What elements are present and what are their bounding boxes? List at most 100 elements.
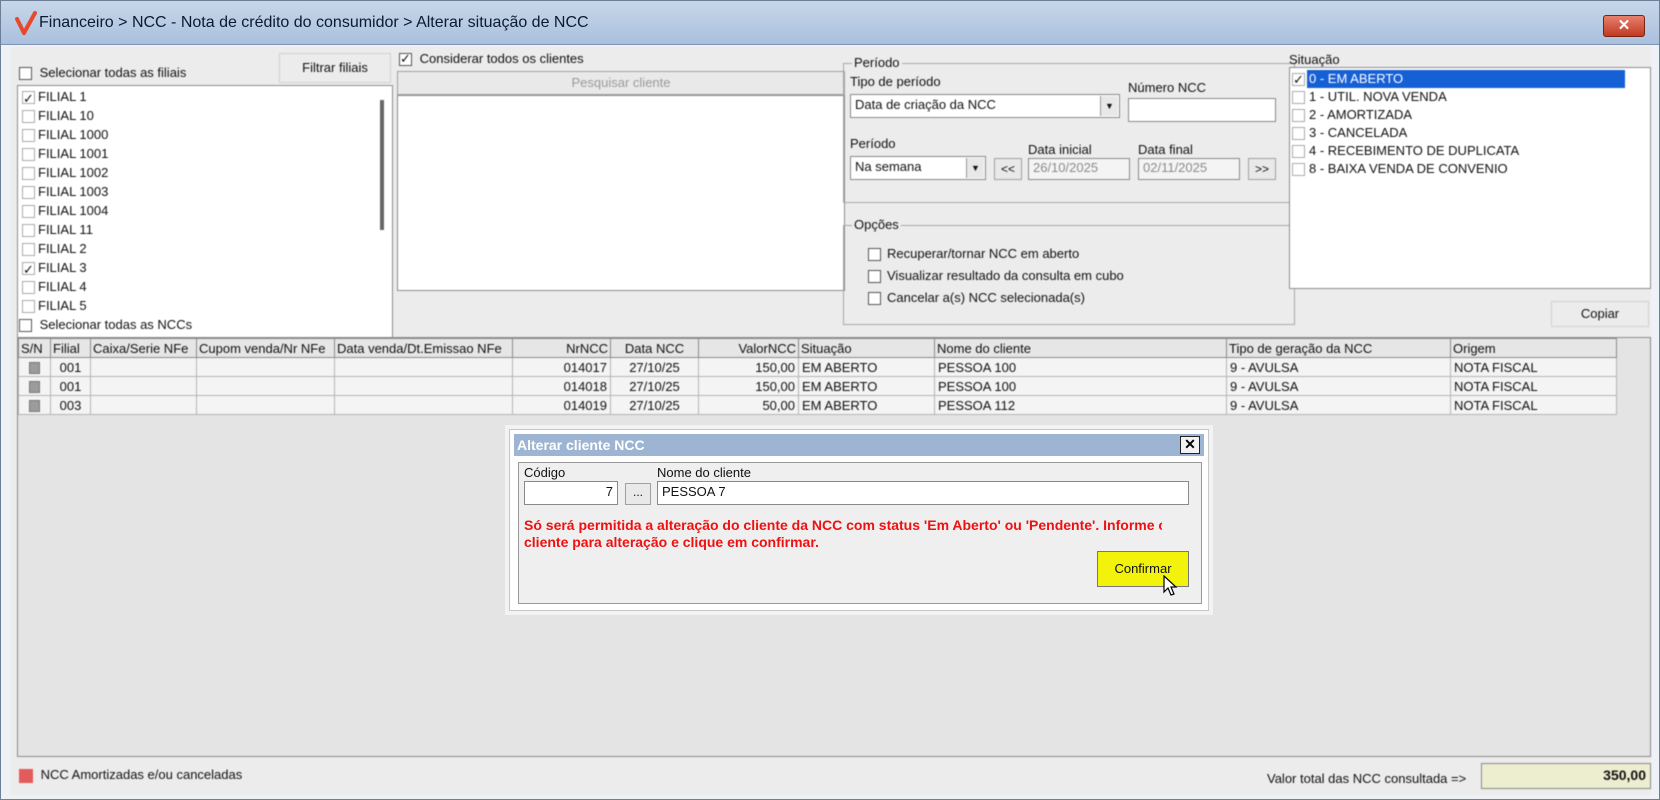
chevron-down-icon[interactable]: ▼: [1100, 96, 1118, 116]
filial-item[interactable]: FILIAL 3: [22, 258, 388, 279]
filial-item[interactable]: FILIAL 1004: [22, 201, 388, 220]
filiais-scrollbar-thumb[interactable]: [380, 100, 384, 230]
column-header[interactable]: NrNCC: [512, 338, 611, 358]
filial-item[interactable]: FILIAL 2: [22, 239, 388, 258]
option-checkbox[interactable]: [868, 248, 881, 262]
column-header[interactable]: Origem: [1450, 338, 1617, 358]
data-final-input[interactable]: 02/11/2025: [1138, 158, 1240, 180]
table-row[interactable]: 001 014017 27/10/25 150,00 EM ABERTO PESSOA 1…: [18, 357, 1617, 377]
option-item[interactable]: Visualizar resultado da consulta em cubo: [868, 268, 1124, 290]
column-header[interactable]: Caixa/Serie NFe: [90, 338, 197, 358]
periodo-select[interactable]: Na semana ▼: [850, 156, 986, 180]
column-header[interactable]: Data NCC: [610, 338, 699, 358]
dialog-title-bar: Alterar cliente NCC ✕: [514, 434, 1204, 456]
situacao-list[interactable]: 0 - EM ABERTO1 - UTIL. NOVA VENDA 2 - AMO…: [1289, 67, 1651, 289]
filial-checkbox[interactable]: [22, 110, 35, 124]
column-header[interactable]: Filial: [50, 338, 91, 358]
warning-line-2: cliente para alteração e clique em confi…: [524, 534, 819, 550]
situacao-item[interactable]: 2 - AMORTIZADA: [1292, 106, 1648, 124]
table-cell: [334, 395, 513, 415]
row-select-box[interactable]: [29, 400, 40, 413]
row-select-box[interactable]: [29, 362, 40, 375]
chevron-down-icon[interactable]: ▼: [966, 158, 984, 178]
situacao-checkbox[interactable]: [1292, 127, 1305, 141]
dialog-close-icon[interactable]: ✕: [1180, 436, 1200, 454]
select-all-filiais[interactable]: Selecionar todas as filiais: [19, 65, 186, 85]
tipo-periodo-select[interactable]: Data de criação da NCC ▼: [850, 94, 1120, 118]
filial-checkbox[interactable]: [22, 205, 35, 219]
filial-item[interactable]: FILIAL 1000: [22, 125, 388, 144]
filter-filiais-button[interactable]: Filtrar filiais: [279, 53, 391, 83]
filial-item[interactable]: FILIAL 4: [22, 277, 388, 296]
column-header[interactable]: Cupom venda/Nr NFe: [196, 338, 335, 358]
filial-checkbox[interactable]: [22, 260, 35, 279]
option-item[interactable]: Cancelar a(s) NCC selecionada(s): [868, 290, 1124, 312]
filial-checkbox[interactable]: [22, 224, 35, 238]
filial-item[interactable]: FILIAL 10: [22, 106, 388, 125]
column-header[interactable]: Situação: [798, 338, 935, 358]
option-checkbox[interactable]: [868, 292, 881, 306]
copy-button[interactable]: Copiar: [1551, 301, 1649, 327]
table-cell: PESSOA 112: [934, 395, 1227, 415]
situacao-item[interactable]: 3 - CANCELADA: [1292, 124, 1648, 142]
situacao-label: 1 - UTIL. NOVA VENDA: [1309, 89, 1447, 104]
situacao-item[interactable]: 0 - EM ABERTO: [1292, 70, 1648, 89]
next-period-button[interactable]: >>: [1248, 158, 1276, 180]
filial-checkbox[interactable]: [22, 167, 35, 181]
column-header[interactable]: ValorNCC: [698, 338, 799, 358]
situacao-checkbox[interactable]: [1292, 91, 1305, 105]
codigo-input[interactable]: 7: [524, 481, 618, 505]
filial-item[interactable]: FILIAL 1001: [22, 144, 388, 163]
situacao-item[interactable]: 8 - BAIXA VENDA DE CONVENIO: [1292, 160, 1648, 178]
table-cell: [334, 376, 513, 396]
table-row[interactable]: 001 014018 27/10/25 150,00 EM ABERTO PESSOA 1…: [18, 376, 1617, 396]
filiais-list[interactable]: FILIAL 1 FILIAL 10 FILIAL 1000 FILIAL 1001 F…: [17, 85, 393, 355]
filial-label: FILIAL 1000: [38, 127, 109, 142]
consider-all-clients-checkbox[interactable]: [399, 51, 412, 67]
table-cell: [90, 357, 197, 377]
situacao-checkbox[interactable]: [1292, 163, 1305, 177]
situacao-checkbox[interactable]: [1292, 71, 1305, 89]
filial-checkbox[interactable]: [22, 148, 35, 162]
lookup-client-button[interactable]: ...: [625, 483, 651, 505]
situacao-item[interactable]: 4 - RECEBIMENTO DE DUPLICATA: [1292, 142, 1648, 160]
search-client-button[interactable]: Pesquisar cliente: [397, 71, 845, 95]
table-cell: 003: [50, 395, 91, 415]
filial-checkbox[interactable]: [22, 129, 35, 143]
numero-ncc-input[interactable]: [1128, 98, 1276, 122]
filial-checkbox[interactable]: [22, 89, 35, 108]
filial-item[interactable]: FILIAL 1: [22, 87, 388, 108]
select-all-filiais-checkbox[interactable]: [19, 67, 32, 81]
nome-cliente-input[interactable]: PESSOA 7: [657, 481, 1189, 505]
prev-period-button[interactable]: <<: [994, 158, 1022, 180]
filial-item[interactable]: FILIAL 1002: [22, 163, 388, 182]
filial-item[interactable]: FILIAL 5: [22, 296, 388, 315]
clients-list[interactable]: [397, 95, 845, 291]
select-all-nccs-checkbox[interactable]: [19, 319, 32, 333]
filial-item[interactable]: FILIAL 1003: [22, 182, 388, 201]
data-inicial-input[interactable]: 26/10/2025: [1028, 158, 1130, 180]
situacao-checkbox[interactable]: [1292, 109, 1305, 123]
filial-item[interactable]: FILIAL 11: [22, 220, 388, 239]
filial-checkbox[interactable]: [22, 186, 35, 200]
select-all-nccs[interactable]: Selecionar todas as NCCs: [19, 317, 192, 337]
column-header[interactable]: Nome do cliente: [934, 338, 1227, 358]
table-cell: 014018: [512, 376, 611, 396]
situacao-checkbox[interactable]: [1292, 145, 1305, 159]
row-select-box[interactable]: [29, 381, 40, 394]
situacao-item[interactable]: 1 - UTIL. NOVA VENDA: [1292, 88, 1648, 106]
table-cell: NOTA FISCAL: [1450, 357, 1617, 377]
filial-checkbox[interactable]: [22, 243, 35, 257]
column-header[interactable]: Tipo de geração da NCC: [1226, 338, 1451, 358]
situacao-label: 2 - AMORTIZADA: [1309, 107, 1413, 122]
table-row[interactable]: 003 014019 27/10/25 50,00 EM ABERTO PESSOA 11…: [18, 395, 1617, 415]
filial-checkbox[interactable]: [22, 281, 35, 295]
consider-all-clients[interactable]: Considerar todos os clientes: [399, 51, 584, 71]
filial-checkbox[interactable]: [22, 300, 35, 314]
table-cell: PESSOA 100: [934, 357, 1227, 377]
option-checkbox[interactable]: [868, 270, 881, 284]
window-close-button[interactable]: ✕: [1603, 15, 1645, 37]
column-header[interactable]: Data venda/Dt.Emissao NFe: [334, 338, 513, 358]
option-item[interactable]: Recuperar/tornar NCC em aberto: [868, 246, 1124, 268]
column-header[interactable]: S/N: [18, 338, 51, 358]
